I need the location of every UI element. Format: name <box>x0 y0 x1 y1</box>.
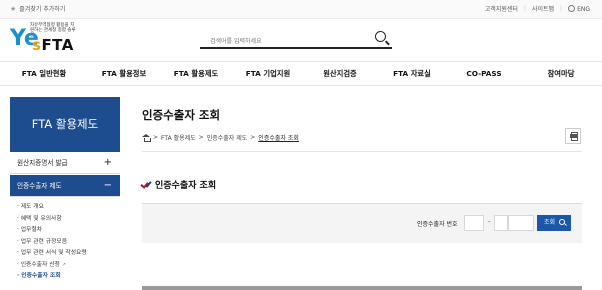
gnb-fta-support[interactable]: FTA 기업지원 <box>232 62 304 85</box>
lnb-sub-overview[interactable]: 제도 개요 <box>17 202 87 214</box>
search-icon[interactable] <box>375 31 386 42</box>
breadcrumb-item[interactable]: 인증수출자 제도 <box>207 133 248 142</box>
gnb-fta-general[interactable]: FTA 일반현황 <box>0 62 88 85</box>
lnb-sub-inquiry[interactable]: 인증수출자 조회 <box>17 271 87 283</box>
star-icon: ★ <box>10 4 17 13</box>
page-title: 인증수출자 조회 <box>142 108 221 122</box>
utility-links: 고객지원센터 | 사이트맵 | ENG <box>484 4 590 13</box>
gnb-copass[interactable]: CO-PASS <box>448 62 520 85</box>
lnb-sub-apply[interactable]: 인증수출자 신청 ↗ <box>17 260 87 272</box>
global-nav: FTA 일반현황 FTA 활용정보 FTA 활용제도 FTA 기업지원 원산지검… <box>0 61 602 86</box>
exporter-number-part3[interactable] <box>508 215 534 231</box>
globe-icon <box>568 5 576 12</box>
exporter-number-label: 인증수출자 번호 <box>417 221 458 228</box>
lnb-item-approved-exporter[interactable]: 인증수출자 제도 − <box>10 175 120 197</box>
home-icon[interactable] <box>142 134 151 142</box>
search-icon <box>559 219 565 225</box>
yesfta-logo[interactable]: 자유무역협정 활용을 지원하는 관세청 종합 솔루션 Ye sFTA <box>10 22 78 58</box>
add-favorite-label: 즐겨찾기 추가하기 <box>19 6 66 13</box>
gnb-participation[interactable]: 참여마당 <box>520 62 602 85</box>
lnb-item-certificate[interactable]: 원산지증명서 발급 + <box>10 152 120 174</box>
gnb-fta-system[interactable]: FTA 활용제도 <box>160 62 232 85</box>
sitemap-link[interactable]: 사이트맵 <box>532 4 554 13</box>
lnb-sub-forms[interactable]: 업무 관련 서식 및 작성요령 <box>17 248 87 260</box>
results-header-bar <box>142 286 582 290</box>
divider <box>142 151 582 152</box>
lnb-sub-regulations[interactable]: 업무 관련 규정모음 <box>17 237 87 249</box>
lnb-sub-benefits[interactable]: 혜택 및 유의사항 <box>17 214 87 226</box>
english-link[interactable]: ENG <box>568 4 590 13</box>
check-icon <box>142 180 151 189</box>
utility-bar: ★ 즐겨찾기 추가하기 고객지원센터 | 사이트맵 | ENG <box>0 0 602 19</box>
dash-separator: - <box>488 218 491 226</box>
logo-sfta: sFTA <box>32 36 74 54</box>
gnb-fta-info[interactable]: FTA 활용정보 <box>88 62 160 85</box>
add-favorite-link[interactable]: ★ 즐겨찾기 추가하기 <box>10 4 66 14</box>
minus-icon: − <box>103 180 112 191</box>
gnb-origin-verification[interactable]: 원산지검증 <box>304 62 376 85</box>
lnb-title: FTA 활용제도 <box>10 97 120 152</box>
site-search <box>200 28 392 49</box>
exporter-number-part1[interactable] <box>464 215 484 231</box>
breadcrumb-current[interactable]: 인증수출자 조회 <box>258 133 299 142</box>
gnb-fta-library[interactable]: FTA 자료실 <box>376 62 448 85</box>
breadcrumb: > FTA 활용제도 > 인증수출자 제도 > 인증수출자 조회 <box>142 133 299 142</box>
search-button[interactable]: 조회 <box>537 215 571 231</box>
search-input[interactable] <box>200 31 360 45</box>
section-title: 인증수출자 조회 <box>142 178 216 191</box>
exporter-number-part2[interactable] <box>494 215 508 231</box>
inquiry-form: 인증수출자 번호 -- 조회 <box>142 203 582 243</box>
lnb-sub-list: 제도 개요 혜택 및 유의사항 업무절차 업무 관련 규정모음 업무 관련 서식… <box>17 202 87 283</box>
customer-center-link[interactable]: 고객지원센터 <box>485 4 518 13</box>
print-icon[interactable] <box>565 128 581 144</box>
lnb-sub-procedure[interactable]: 업무절차 <box>17 225 87 237</box>
external-link-icon: ↗ <box>61 261 66 268</box>
breadcrumb-item[interactable]: FTA 활용제도 <box>161 133 196 142</box>
plus-icon: + <box>103 157 112 168</box>
